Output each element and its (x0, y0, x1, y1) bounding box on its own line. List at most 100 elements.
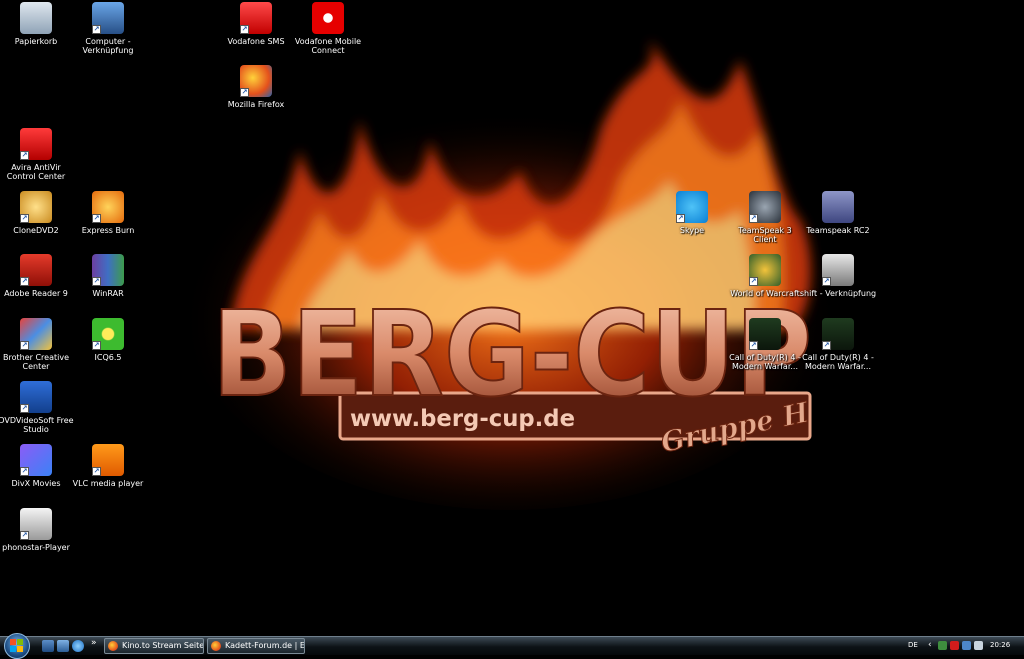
cod4-mp-icon: ↗ (822, 318, 854, 350)
shift-icon: ↗ (822, 254, 854, 286)
task-label: Kino.to Stream Seite... (122, 641, 204, 650)
shortcut-arrow-icon: ↗ (20, 214, 29, 223)
recycle-bin-icon (20, 2, 52, 34)
vodafone-sms-icon: ↗ (240, 2, 272, 34)
windows-logo-icon (10, 639, 23, 652)
firefox-icon: ↗ (240, 65, 272, 97)
shortcut-arrow-icon: ↗ (92, 25, 101, 34)
shortcut-arrow-icon: ↗ (92, 277, 101, 286)
avira-icon: ↗ (20, 128, 52, 160)
shortcut-arrow-icon: ↗ (20, 531, 29, 540)
desktop-icon-skype[interactable]: ↗ Skype (653, 191, 731, 235)
desktop-icon-label: Mozilla Firefox (227, 100, 285, 109)
network-icon[interactable] (938, 641, 947, 650)
desktop-icon-clonedvd[interactable]: ↗ CloneDVD2 (0, 191, 75, 235)
desktop-icon-phonostar[interactable]: ↗ phonostar-Player (0, 508, 75, 552)
phonostar-icon: ↗ (20, 508, 52, 540)
volume-icon[interactable] (974, 641, 983, 650)
desktop-icon-adobe-reader[interactable]: ↗ Adobe Reader 9 (0, 254, 75, 298)
teamspeak-rc2-icon (822, 191, 854, 223)
shortcut-arrow-icon: ↗ (749, 277, 758, 286)
desktop-icon-label: DivX Movies (11, 479, 61, 488)
taskbar-item-kino[interactable]: Kino.to Stream Seite... (104, 638, 204, 654)
desktop-icon-label: Avira AntiVir Control Center (6, 163, 66, 181)
desktop-icon-wow[interactable]: ↗ World of Warcraft (726, 254, 804, 298)
desktop-icon-label: Adobe Reader 9 (4, 289, 68, 298)
desktop-icon-label: Call of Duty(R) 4 - Modern Warfar... (802, 353, 874, 371)
desktop-icon-vlc[interactable]: ↗ VLC media player (69, 444, 147, 488)
desktop-icon-teamspeak[interactable]: ↗ TeamSpeak 3 Client (726, 191, 804, 244)
desktop-icon-vodafone[interactable]: Vodafone Mobile Connect (289, 2, 367, 55)
desktop-icon-cod4-mp[interactable]: ↗ Call of Duty(R) 4 - Modern Warfar... (799, 318, 877, 371)
computer-icon: ↗ (92, 2, 124, 34)
teamspeak-icon: ↗ (749, 191, 781, 223)
firefox-icon (108, 641, 118, 651)
shortcut-arrow-icon: ↗ (240, 25, 249, 34)
desktop-icon-label: Papierkorb (14, 37, 58, 46)
divx-icon: ↗ (20, 444, 52, 476)
desktop-icon-dvdvideosoft[interactable]: ↗ DVDVideoSoft Free Studio (0, 381, 75, 434)
desktop-icon-label: CloneDVD2 (13, 226, 59, 235)
desktop-icon-recycle-bin[interactable]: Papierkorb (0, 2, 75, 46)
desktop-icon-label: World of Warcraft (730, 289, 800, 298)
desktop-icon-label: Vodafone SMS (227, 37, 285, 46)
desktop-icon-computer[interactable]: ↗ Computer - Verknüpfung (69, 2, 147, 55)
shortcut-arrow-icon: ↗ (92, 467, 101, 476)
system-tray: DE ‹ 20:26 (908, 637, 1024, 654)
desktop-icon-express-burn[interactable]: ↗ Express Burn (69, 191, 147, 235)
switch-windows-icon[interactable] (57, 640, 69, 652)
express-burn-icon: ↗ (92, 191, 124, 223)
desktop-icon-shift[interactable]: ↗ shift - Verknüpfung (799, 254, 877, 298)
shortcut-arrow-icon: ↗ (240, 88, 249, 97)
desktop-icon-label: ICQ6.5 (94, 353, 122, 362)
clock[interactable]: 20:26 (990, 637, 1010, 654)
logo-title: BERG-CUP (212, 285, 812, 423)
desktop-icon-cod4[interactable]: ↗ Call of Duty(R) 4 - Modern Warfar... (726, 318, 804, 371)
taskbar-item-kadett-forum[interactable]: Kadett-Forum.de | E... (207, 638, 305, 654)
shortcut-arrow-icon: ↗ (20, 151, 29, 160)
desktop-icon-label: Teamspeak RC2 (806, 226, 870, 235)
desktop-icon-label: Call of Duty(R) 4 - Modern Warfar... (729, 353, 801, 371)
tray-expand-icon[interactable]: ‹ (928, 637, 932, 654)
shortcut-arrow-icon: ↗ (92, 341, 101, 350)
show-desktop-icon[interactable] (42, 640, 54, 652)
desktop-icon-divx[interactable]: ↗ DivX Movies (0, 444, 75, 488)
dvdvideosoft-icon: ↗ (20, 381, 52, 413)
connection-icon[interactable] (962, 641, 971, 650)
shortcut-arrow-icon: ↗ (822, 341, 831, 350)
start-button[interactable] (4, 633, 30, 659)
desktop-icon-label: DVDVideoSoft Free Studio (0, 416, 74, 434)
shortcut-arrow-icon: ↗ (20, 404, 29, 413)
icq-icon: ↗ (92, 318, 124, 350)
desktop-icon-label: Computer - Verknüpfung (82, 37, 134, 55)
desktop-icon-teamspeak-rc2[interactable]: Teamspeak RC2 (799, 191, 877, 235)
skype-icon: ↗ (676, 191, 708, 223)
desktop-icon-avira[interactable]: ↗ Avira AntiVir Control Center (0, 128, 75, 181)
shortcut-arrow-icon: ↗ (20, 467, 29, 476)
adobe-reader-icon: ↗ (20, 254, 52, 286)
desktop-icon-label: Vodafone Mobile Connect (294, 37, 362, 55)
desktop-icon-brother[interactable]: ↗ Brother Creative Center (0, 318, 75, 371)
quicklaunch-overflow[interactable]: » (91, 638, 97, 648)
desktop-icon-label: WinRAR (92, 289, 124, 298)
desktop-icon-vodafone-sms[interactable]: ↗ Vodafone SMS (217, 2, 295, 46)
internet-explorer-icon[interactable] (72, 640, 84, 652)
firefox-icon (211, 641, 221, 651)
wow-icon: ↗ (749, 254, 781, 286)
avira-tray-icon[interactable] (950, 641, 959, 650)
shortcut-arrow-icon: ↗ (20, 341, 29, 350)
desktop-icon-label: Skype (679, 226, 705, 235)
desktop-icon-label: Express Burn (81, 226, 135, 235)
vlc-icon: ↗ (92, 444, 124, 476)
brother-icon: ↗ (20, 318, 52, 350)
vodafone-icon (312, 2, 344, 34)
desktop-icon-label: TeamSpeak 3 Client (738, 226, 792, 244)
desktop-icon-icq[interactable]: ↗ ICQ6.5 (69, 318, 147, 362)
shortcut-arrow-icon: ↗ (749, 214, 758, 223)
taskbar: » Kino.to Stream Seite... Kadett-Forum.d… (0, 633, 1024, 659)
language-indicator[interactable]: DE (908, 637, 918, 654)
desktop-icon-firefox[interactable]: ↗ Mozilla Firefox (217, 65, 295, 109)
desktop-icon-winrar[interactable]: ↗ WinRAR (69, 254, 147, 298)
desktop-icon-label: Brother Creative Center (3, 353, 69, 371)
shortcut-arrow-icon: ↗ (20, 277, 29, 286)
